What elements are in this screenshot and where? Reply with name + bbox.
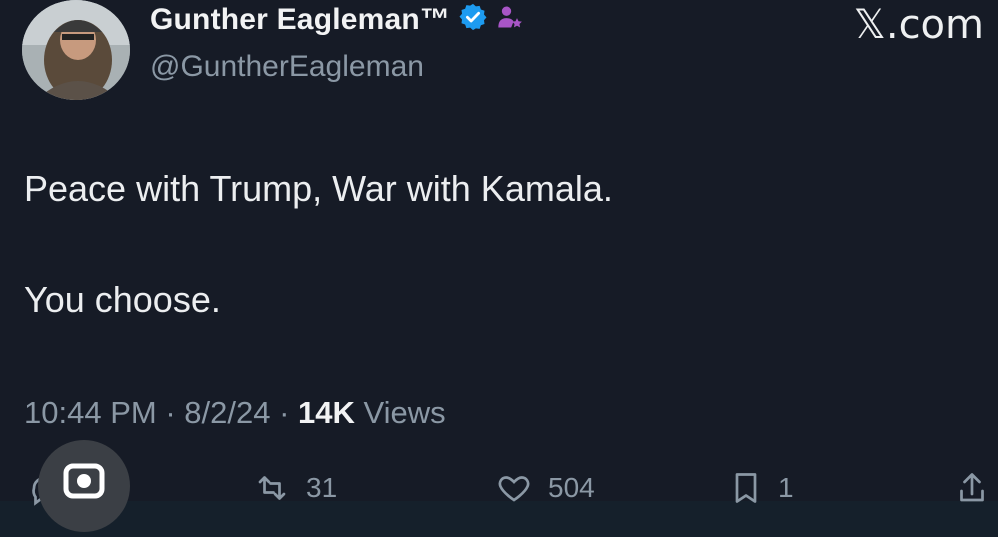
avatar[interactable] [22,0,130,100]
like-count: 504 [548,472,595,503]
bookmark-count: 1 [778,472,794,503]
verified-badge-icon [458,2,488,37]
x-logo: 𝕏.com [853,2,984,48]
lens-overlay-button[interactable] [38,440,130,532]
author-handle[interactable]: @GuntherEagleman [150,50,424,84]
tweet-text-line2: You choose. [24,279,221,320]
affiliate-badge-icon [496,3,524,36]
camera-lens-icon [63,463,105,499]
meta-separator: · [279,395,299,430]
tweet-time[interactable]: 10:44 PM [24,395,157,430]
tweet-card: Gunther Eagleman™ @GuntherEagleman 𝕏.com… [0,0,998,532]
retweet-count: 31 [306,472,338,503]
tweet-meta: 10:44 PM · 8/2/24 · 14K Views [24,395,446,431]
meta-separator: · [165,395,185,430]
author-name-row: Gunther Eagleman™ [150,2,524,37]
views-label: Views [363,395,446,430]
tweet-date[interactable]: 8/2/24 [184,395,270,430]
tweet-text-line1: Peace with Trump, War with Kamala. [24,168,613,209]
author-name[interactable]: Gunther Eagleman™ [150,3,450,37]
avatar-photo [22,0,130,100]
action-bar: 0 31 504 1 [0,470,998,510]
views-count: 14K [298,395,355,430]
